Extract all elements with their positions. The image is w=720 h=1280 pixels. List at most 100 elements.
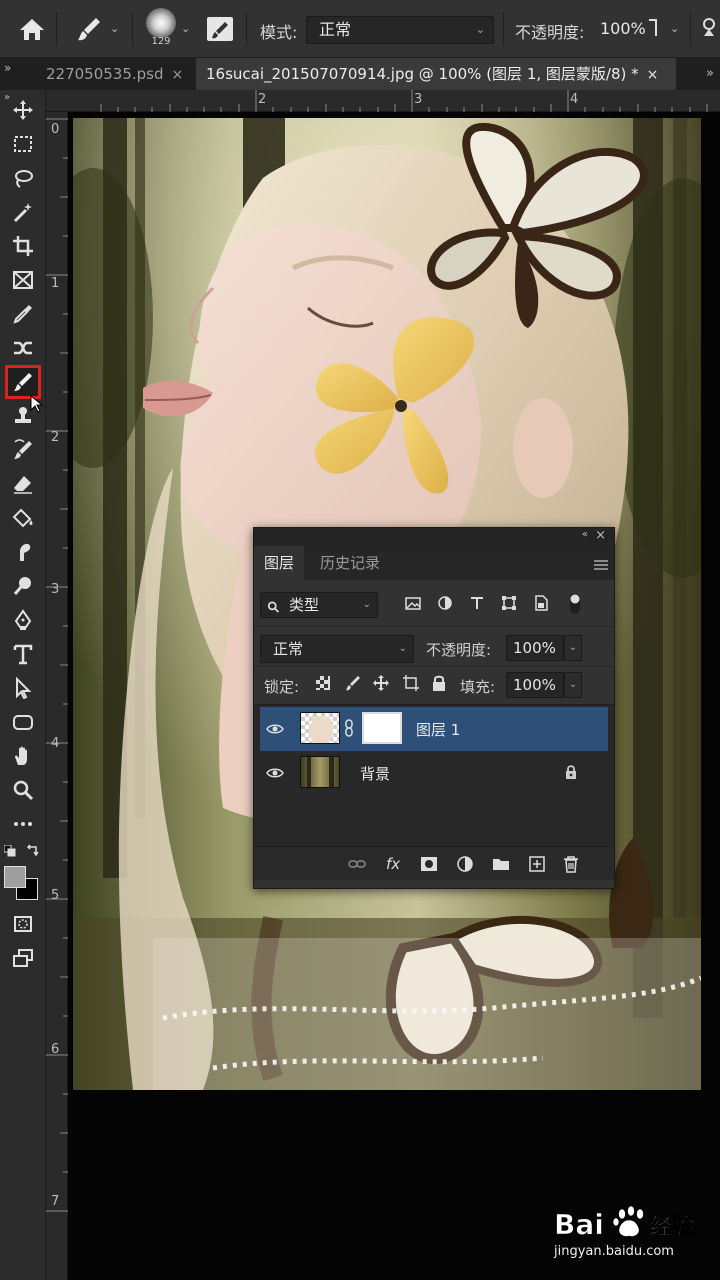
tab-history[interactable]: 历史记录 bbox=[310, 546, 390, 580]
mode-dropdown-value: 正常 bbox=[319, 20, 352, 39]
collapse-panel-icon[interactable]: « bbox=[582, 529, 588, 540]
layer-name[interactable]: 背景 bbox=[360, 763, 390, 784]
foreground-color-swatch[interactable] bbox=[4, 866, 26, 888]
magic-wand-tool-icon[interactable] bbox=[8, 198, 38, 226]
brush-tip-preview[interactable] bbox=[146, 8, 176, 38]
lock-image-pixels-icon[interactable] bbox=[344, 674, 362, 692]
brush-settings-button[interactable] bbox=[207, 17, 233, 41]
filter-kind-value: 类型 bbox=[289, 596, 320, 614]
options-bar: ⌄ 129 ⌄ 模式: 正常 ⌄ 不透明度: 100% ⌄ bbox=[0, 0, 720, 58]
smart-object-filter-icon[interactable] bbox=[532, 594, 550, 612]
close-icon[interactable]: × bbox=[172, 67, 184, 83]
screen-mode-icon[interactable] bbox=[8, 944, 38, 972]
fx-icon[interactable]: fx bbox=[386, 855, 404, 873]
layer-name[interactable]: 图层 1 bbox=[416, 719, 460, 740]
tab-layers[interactable]: 图层 bbox=[254, 546, 305, 580]
double-chevron-icon[interactable]: » bbox=[706, 58, 714, 90]
horizontal-ruler: 2 3 4 bbox=[46, 90, 720, 112]
chevron-down-icon: ⌄ bbox=[398, 643, 407, 654]
frame-tool-icon[interactable] bbox=[8, 266, 38, 294]
filter-kind-dropdown[interactable]: 类型 ⌄ bbox=[260, 592, 378, 618]
swap-colors-icon[interactable] bbox=[26, 842, 40, 857]
hand-tool-icon[interactable] bbox=[8, 742, 38, 770]
close-icon[interactable]: × bbox=[647, 67, 659, 83]
mode-dropdown[interactable]: 正常 ⌄ bbox=[306, 16, 494, 44]
opacity-slider-icon[interactable] bbox=[648, 18, 658, 38]
separator bbox=[132, 12, 133, 46]
opacity-field[interactable]: 100% bbox=[600, 19, 646, 38]
panel-tabs: 图层 历史记录 bbox=[254, 546, 614, 580]
eyedropper-tool-icon[interactable] bbox=[8, 300, 38, 328]
layer-row[interactable]: 背景 bbox=[260, 751, 608, 795]
lock-artboard-icon[interactable] bbox=[402, 674, 420, 692]
default-colors-icon[interactable] bbox=[3, 842, 16, 857]
ruler-label: 4 bbox=[51, 736, 60, 751]
brush-preset-icon[interactable] bbox=[74, 14, 104, 44]
clone-stamp-tool-icon[interactable] bbox=[8, 402, 38, 430]
pressure-opacity-icon[interactable] bbox=[698, 16, 720, 42]
dodge-tool-icon[interactable] bbox=[8, 572, 38, 600]
baidu-jingyan-watermark: Bai 经验 jingyan.baidu.com bbox=[554, 1198, 714, 1268]
layer-thumbnail[interactable] bbox=[300, 756, 340, 788]
double-chevron-icon[interactable]: » bbox=[4, 58, 11, 78]
trash-icon[interactable] bbox=[562, 855, 580, 873]
shape-tool-icon[interactable] bbox=[8, 708, 38, 736]
smudge-tool-icon[interactable] bbox=[8, 538, 38, 566]
tab-document-jpg[interactable]: 16sucai_201507070914.jpg @ 100% (图层 1, 图… bbox=[196, 58, 676, 90]
ruler-label: 3 bbox=[51, 582, 60, 597]
chevron-down-icon[interactable]: ⌄ bbox=[564, 635, 582, 661]
panel-menu-icon[interactable] bbox=[594, 556, 608, 570]
lock-transparent-pixels-icon[interactable] bbox=[314, 674, 332, 692]
link-layers-icon[interactable] bbox=[348, 855, 366, 873]
adjustment-layer-filter-icon[interactable] bbox=[436, 594, 454, 612]
adjustment-layer-icon[interactable] bbox=[456, 855, 474, 873]
lasso-tool-icon[interactable] bbox=[8, 164, 38, 192]
path-selection-tool-icon[interactable] bbox=[8, 674, 38, 702]
layer-opacity-field[interactable]: 100% bbox=[506, 635, 564, 661]
brush-tool-icon[interactable] bbox=[5, 365, 41, 399]
pen-tool-icon[interactable] bbox=[8, 606, 38, 634]
chevron-down-icon[interactable]: ⌄ bbox=[564, 672, 582, 698]
ruler-label: 2 bbox=[51, 430, 60, 445]
close-icon[interactable]: × bbox=[595, 528, 606, 543]
photoshop-window: ⌄ 129 ⌄ 模式: 正常 ⌄ 不透明度: 100% ⌄ » 22705053… bbox=[0, 0, 720, 1280]
eraser-tool-icon[interactable] bbox=[8, 470, 38, 498]
history-brush-tool-icon[interactable] bbox=[8, 436, 38, 464]
marquee-tool-icon[interactable] bbox=[8, 130, 38, 158]
layer-mask-thumbnail[interactable] bbox=[362, 712, 402, 744]
move-tool-icon[interactable] bbox=[8, 96, 38, 124]
filter-toggle-icon[interactable] bbox=[568, 592, 582, 616]
ruler-label: 5 bbox=[51, 888, 60, 903]
type-tool-icon[interactable] bbox=[8, 640, 38, 668]
blend-mode-dropdown[interactable]: 正常 ⌄ bbox=[260, 635, 414, 663]
eye-icon[interactable] bbox=[266, 721, 284, 735]
separator bbox=[503, 12, 504, 46]
paint-bucket-tool-icon[interactable] bbox=[8, 504, 38, 532]
layer-row[interactable]: 图层 1 bbox=[260, 707, 608, 751]
type-layer-filter-icon[interactable] bbox=[468, 594, 486, 612]
new-layer-icon[interactable] bbox=[528, 855, 546, 873]
layer-thumbnail[interactable] bbox=[300, 712, 340, 744]
chevron-down-icon[interactable]: ⌄ bbox=[110, 23, 122, 35]
more-tools-icon[interactable] bbox=[8, 810, 38, 838]
pixel-layer-filter-icon[interactable] bbox=[404, 594, 422, 612]
fill-field[interactable]: 100% bbox=[506, 672, 564, 698]
panel-header-bar: « × bbox=[254, 528, 614, 546]
eye-icon[interactable] bbox=[266, 765, 284, 779]
quick-mask-icon[interactable] bbox=[8, 910, 38, 938]
shape-layer-filter-icon[interactable] bbox=[500, 594, 518, 612]
healing-tool-icon[interactable] bbox=[8, 334, 38, 362]
crop-tool-icon[interactable] bbox=[8, 232, 38, 260]
lock-icon[interactable] bbox=[564, 764, 578, 780]
link-icon[interactable] bbox=[344, 719, 354, 737]
folder-icon[interactable] bbox=[492, 855, 510, 873]
add-mask-icon[interactable] bbox=[420, 855, 438, 873]
lock-all-icon[interactable] bbox=[430, 674, 448, 692]
lock-position-icon[interactable] bbox=[372, 674, 390, 692]
ruler-label: 0 bbox=[51, 122, 60, 137]
home-icon[interactable] bbox=[18, 16, 46, 42]
chevron-down-icon[interactable]: ⌄ bbox=[181, 23, 193, 35]
tab-document-psd[interactable]: 227050535.psd × bbox=[36, 58, 192, 90]
chevron-down-icon[interactable]: ⌄ bbox=[670, 23, 682, 35]
zoom-tool-icon[interactable] bbox=[8, 776, 38, 804]
